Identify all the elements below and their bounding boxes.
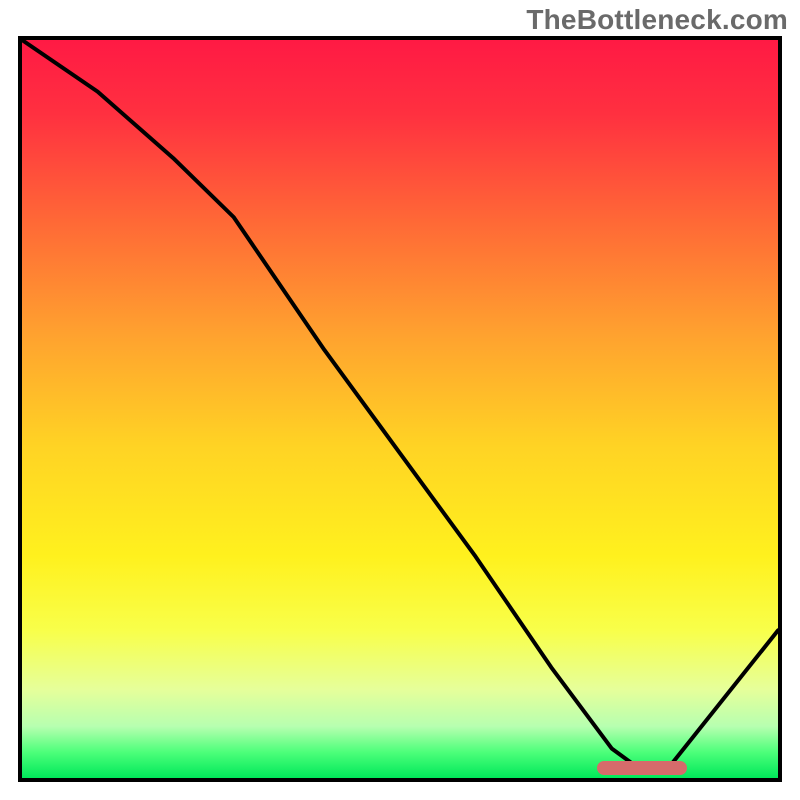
plot-area — [18, 36, 782, 782]
bottleneck-curve — [22, 40, 778, 778]
watermark-text: TheBottleneck.com — [526, 4, 788, 36]
optimal-range-marker — [597, 761, 688, 775]
chart-frame: { "watermark": "TheBottleneck.com", "cha… — [0, 0, 800, 800]
